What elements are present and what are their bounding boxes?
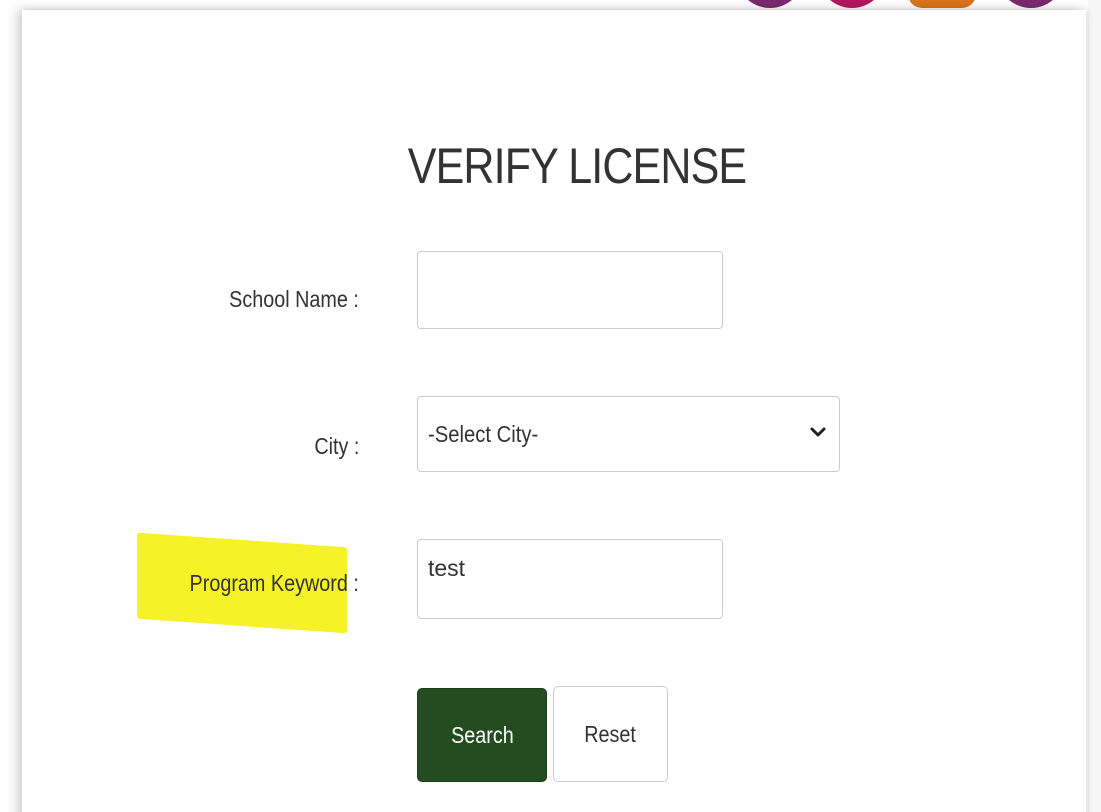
chevron-down-icon xyxy=(810,427,826,437)
city-label: City : xyxy=(313,433,359,459)
city-select[interactable]: -Select City- xyxy=(417,396,840,472)
school-name-input[interactable] xyxy=(417,251,723,329)
search-button-label: Search xyxy=(450,721,514,748)
school-name-label: School Name : xyxy=(229,286,359,312)
reset-button[interactable]: Reset xyxy=(553,686,668,782)
decorative-shape xyxy=(908,0,976,8)
city-select-value: -Select City- xyxy=(428,421,539,447)
decorative-shape xyxy=(997,0,1065,8)
search-button[interactable]: Search xyxy=(417,688,547,782)
background-strip xyxy=(1088,0,1101,812)
decorative-shape xyxy=(818,0,886,8)
page: VERIFY LICENSE School Name : City : -Sel… xyxy=(0,0,1101,812)
page-title: VERIFY LICENSE xyxy=(407,138,747,194)
program-keyword-input[interactable] xyxy=(417,539,723,619)
decorative-shape xyxy=(736,0,804,8)
program-keyword-label: Program Keyword : xyxy=(189,570,359,596)
reset-button-label: Reset xyxy=(584,720,637,747)
